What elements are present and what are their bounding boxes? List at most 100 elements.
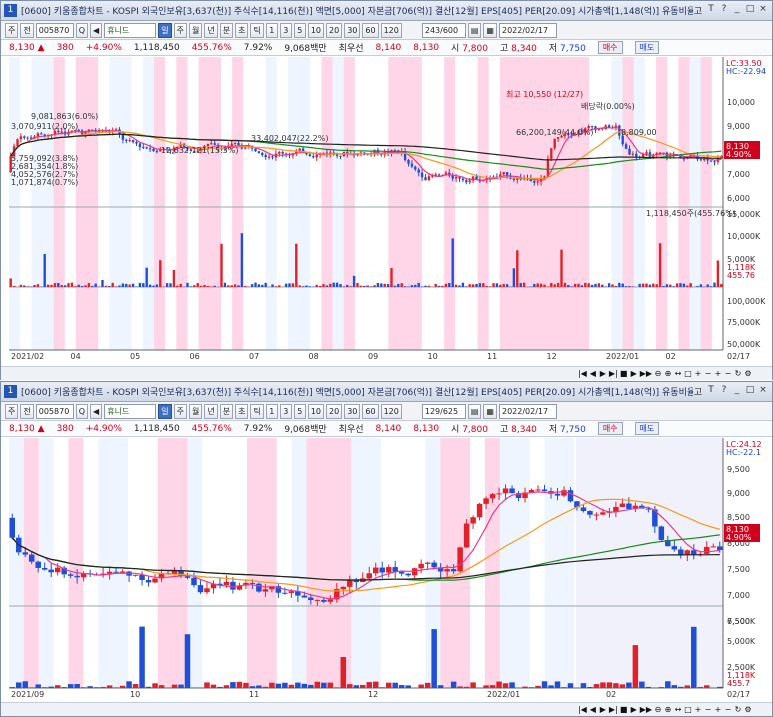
nav-control-0[interactable]: |◀ bbox=[578, 369, 587, 378]
sell-button[interactable]: 매도 bbox=[634, 422, 660, 435]
date-input[interactable]: 2022/02/17 bbox=[498, 22, 557, 38]
period-month[interactable]: 월 bbox=[188, 403, 203, 419]
tool-icon[interactable]: T bbox=[706, 385, 716, 398]
bar-count[interactable]: 243/600 bbox=[421, 22, 466, 38]
minute-120[interactable]: 120 bbox=[380, 403, 402, 419]
nav-control-10[interactable]: □ bbox=[684, 369, 692, 378]
minute-30[interactable]: 30 bbox=[344, 22, 361, 38]
sell-button[interactable]: 매도 bbox=[634, 41, 660, 54]
period-month[interactable]: 월 bbox=[188, 22, 203, 38]
nav-control-5[interactable]: ▶ bbox=[630, 369, 638, 378]
nav-control-2[interactable]: ▶ bbox=[599, 369, 607, 378]
restore-icon[interactable]: 고 bbox=[693, 385, 703, 398]
period-day[interactable]: 일 bbox=[158, 22, 172, 38]
chart-tools-icon[interactable]: ▤ bbox=[467, 22, 482, 38]
price-chart-svg[interactable]: 10,0009,0008,0007,0006,00015,000K10,000K… bbox=[1, 57, 772, 366]
speaker-icon[interactable]: ◀ bbox=[90, 22, 103, 38]
buy-button[interactable]: 매수 bbox=[597, 422, 623, 435]
nav-control-14[interactable]: − bbox=[724, 705, 732, 714]
stock-code-input[interactable]: 005870 bbox=[35, 403, 74, 419]
nav-control-10[interactable]: □ bbox=[684, 705, 692, 714]
period-year[interactable]: 년 bbox=[204, 22, 218, 38]
period-day[interactable]: 일 bbox=[158, 403, 172, 419]
date-input[interactable]: 2022/02/17 bbox=[498, 403, 557, 419]
nav-control-8[interactable]: ⊕ bbox=[664, 705, 672, 714]
minute-3[interactable]: 3 bbox=[279, 403, 292, 419]
period-minute[interactable]: 분 bbox=[219, 22, 234, 38]
search-icon[interactable]: Q bbox=[75, 22, 89, 38]
minute-60[interactable]: 60 bbox=[362, 403, 379, 419]
search-icon[interactable]: Q bbox=[75, 403, 89, 419]
minimize-icon[interactable]: _ bbox=[732, 4, 742, 17]
period-tick[interactable]: 틱 bbox=[250, 403, 264, 419]
help-icon[interactable]: ? bbox=[719, 385, 729, 398]
nav-control-15[interactable]: ↻ bbox=[734, 705, 742, 714]
calendar-icon[interactable]: ▦ bbox=[483, 22, 497, 38]
buy-button[interactable]: 매수 bbox=[597, 41, 623, 54]
all-select[interactable]: 전 bbox=[20, 403, 34, 419]
period-week[interactable]: 주 bbox=[173, 403, 187, 419]
nav-control-11[interactable]: + bbox=[694, 369, 702, 378]
nav-control-13[interactable]: + bbox=[714, 705, 722, 714]
calendar-icon[interactable]: ▦ bbox=[483, 403, 497, 419]
minute-60[interactable]: 60 bbox=[362, 22, 379, 38]
speaker-icon[interactable]: ◀ bbox=[90, 403, 103, 419]
nav-control-1[interactable]: ◀ bbox=[589, 705, 597, 714]
minute-10[interactable]: 10 bbox=[307, 22, 325, 38]
nav-control-11[interactable]: + bbox=[694, 705, 702, 714]
minute-10[interactable]: 10 bbox=[307, 403, 325, 419]
nav-control-13[interactable]: + bbox=[714, 369, 722, 378]
chart-area-1[interactable]: 10,0009,0008,0007,0006,00015,000K10,000K… bbox=[1, 57, 772, 366]
minute-5[interactable]: 5 bbox=[293, 22, 306, 38]
tool-icon[interactable]: T bbox=[706, 4, 716, 17]
nav-control-4[interactable]: ■ bbox=[620, 705, 628, 714]
nav-control-12[interactable]: − bbox=[704, 369, 712, 378]
chart-area-2[interactable]: 9,500 9,000 8,500 8,000 7,500 7,000 6,500 7,500… bbox=[1, 438, 772, 702]
market-select[interactable]: 주 bbox=[5, 403, 19, 419]
nav-control-16[interactable]: ⚙ bbox=[744, 369, 752, 378]
period-minute[interactable]: 분 bbox=[219, 403, 234, 419]
maximize-icon[interactable]: □ bbox=[745, 385, 755, 398]
nav-control-7[interactable]: ⊖ bbox=[654, 369, 662, 378]
nav-control-7[interactable]: ⊖ bbox=[654, 705, 662, 714]
nav-control-8[interactable]: ⊕ bbox=[664, 369, 672, 378]
minute-5[interactable]: 5 bbox=[293, 403, 306, 419]
period-second[interactable]: 초 bbox=[235, 22, 249, 38]
nav-control-15[interactable]: ↻ bbox=[734, 369, 742, 378]
close-icon[interactable]: × bbox=[758, 385, 768, 398]
nav-control-1[interactable]: ◀ bbox=[589, 369, 597, 378]
maximize-icon[interactable]: □ bbox=[745, 4, 755, 17]
period-second[interactable]: 초 bbox=[235, 403, 249, 419]
bar-count[interactable]: 129/625 bbox=[421, 403, 466, 419]
minute-1[interactable]: 1 bbox=[265, 22, 278, 38]
chart-tools-icon[interactable]: ▤ bbox=[467, 403, 482, 419]
nav-control-9[interactable]: ↔ bbox=[674, 705, 682, 714]
minute-20[interactable]: 20 bbox=[326, 22, 343, 38]
nav-control-0[interactable]: |◀ bbox=[578, 705, 587, 714]
nav-control-14[interactable]: − bbox=[724, 369, 732, 378]
nav-control-3[interactable]: ▶| bbox=[609, 369, 618, 378]
period-tick[interactable]: 틱 bbox=[250, 22, 264, 38]
nav-control-2[interactable]: ▶ bbox=[599, 705, 607, 714]
market-select[interactable]: 주 bbox=[5, 22, 19, 38]
nav-control-9[interactable]: ↔ bbox=[674, 369, 682, 378]
help-icon[interactable]: ? bbox=[719, 4, 729, 17]
nav-control-6[interactable]: ▶▶ bbox=[640, 369, 652, 378]
minute-20[interactable]: 20 bbox=[326, 403, 343, 419]
price-chart-svg[interactable]: 9,5009,0008,5008,0007,5007,0006,5007,500… bbox=[1, 438, 772, 702]
nav-control-6[interactable]: ▶▶ bbox=[640, 705, 652, 714]
close-icon[interactable]: × bbox=[758, 4, 768, 17]
minimize-icon[interactable]: _ bbox=[732, 385, 742, 398]
restore-icon[interactable]: 고 bbox=[693, 4, 703, 17]
minute-3[interactable]: 3 bbox=[279, 22, 292, 38]
stock-code-input[interactable]: 005870 bbox=[35, 22, 74, 38]
all-select[interactable]: 전 bbox=[20, 22, 34, 38]
nav-control-4[interactable]: ■ bbox=[620, 369, 628, 378]
nav-control-5[interactable]: ▶ bbox=[630, 705, 638, 714]
period-week[interactable]: 주 bbox=[173, 22, 187, 38]
minute-1[interactable]: 1 bbox=[265, 403, 278, 419]
minute-30[interactable]: 30 bbox=[344, 403, 361, 419]
nav-control-16[interactable]: ⚙ bbox=[744, 705, 752, 714]
nav-control-12[interactable]: − bbox=[704, 705, 712, 714]
period-year[interactable]: 년 bbox=[204, 403, 218, 419]
